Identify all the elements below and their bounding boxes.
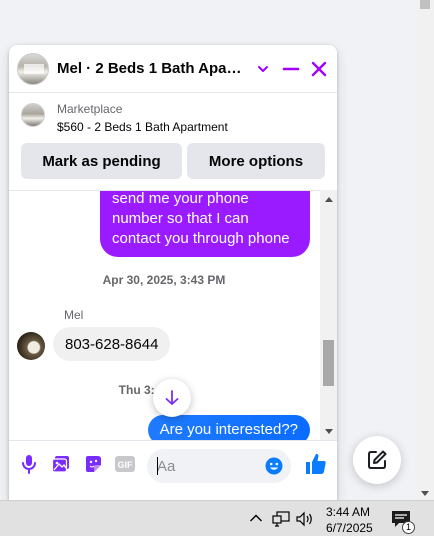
thumbs-up-icon[interactable] xyxy=(303,451,329,477)
chevron-up-icon[interactable] xyxy=(249,511,263,525)
listing-thumbnail[interactable] xyxy=(17,52,49,85)
mark-as-pending-button[interactable]: Mark as pending xyxy=(21,143,182,179)
message-timestamp: Apr 30, 2025, 3:43 PM xyxy=(102,273,226,287)
svg-text:GIF: GIF xyxy=(118,460,134,470)
listing-panel: Marketplace $560 - 2 Beds 1 Bath Apartme… xyxy=(9,93,337,189)
messages-scrollbar-thumb[interactable] xyxy=(323,340,334,386)
microphone-icon[interactable] xyxy=(18,453,40,475)
notification-count-badge: 1 xyxy=(402,521,415,534)
clock-date: 6/7/2025 xyxy=(326,521,373,535)
message-input[interactable] xyxy=(157,457,257,475)
chevron-down-icon[interactable] xyxy=(249,55,277,83)
sender-name: Mel xyxy=(64,308,84,322)
emoji-icon[interactable] xyxy=(265,457,283,480)
listing-image[interactable] xyxy=(21,103,45,127)
arrow-down-icon xyxy=(165,390,179,405)
compose-icon xyxy=(368,450,387,469)
avatar[interactable] xyxy=(17,332,45,360)
image-icon[interactable] xyxy=(50,453,72,475)
page-scrollbar-thumb[interactable] xyxy=(420,0,430,9)
chat-window: Mel · 2 Beds 1 Bath Apart... Marketplace… xyxy=(9,45,337,505)
taskbar: 3:44 AM 6/7/2025 1 xyxy=(0,500,434,536)
chat-title[interactable]: Mel · 2 Beds 1 Bath Apart... xyxy=(57,60,243,77)
outgoing-message[interactable]: Are you interested?? xyxy=(147,415,310,440)
messages-scrollbar[interactable] xyxy=(320,190,337,440)
listing-category: Marketplace xyxy=(57,102,123,116)
incoming-message[interactable]: 803-628-8644 xyxy=(53,327,171,361)
gif-icon[interactable]: GIF xyxy=(114,453,136,475)
page-scrollbar[interactable] xyxy=(417,0,434,500)
scroll-up-arrow[interactable] xyxy=(325,197,333,202)
close-icon[interactable] xyxy=(305,55,333,83)
system-clock[interactable]: 3:44 AM 6/7/2025 xyxy=(326,504,373,536)
message-input-wrapper[interactable] xyxy=(147,449,291,483)
chat-header: Mel · 2 Beds 1 Bath Apart... xyxy=(9,45,337,93)
clock-time: 3:44 AM xyxy=(326,505,371,519)
volume-icon[interactable] xyxy=(296,511,314,527)
sticker-icon[interactable] xyxy=(82,453,104,475)
network-icon[interactable] xyxy=(272,511,290,527)
composer: GIF xyxy=(9,440,337,505)
scroll-to-bottom-button[interactable] xyxy=(153,379,191,417)
text-caret xyxy=(157,457,158,475)
more-options-button[interactable]: More options xyxy=(187,143,325,179)
outgoing-message[interactable]: send me your phone number so that I can … xyxy=(100,191,310,257)
message-list: send me your phone number so that I can … xyxy=(9,190,337,440)
listing-title[interactable]: $560 - 2 Beds 1 Bath Apartment xyxy=(57,120,228,134)
new-message-button[interactable] xyxy=(353,436,401,484)
scroll-down-arrow[interactable] xyxy=(325,429,333,434)
minimize-icon[interactable] xyxy=(277,55,305,83)
page-scroll-down-arrow[interactable] xyxy=(421,491,429,496)
